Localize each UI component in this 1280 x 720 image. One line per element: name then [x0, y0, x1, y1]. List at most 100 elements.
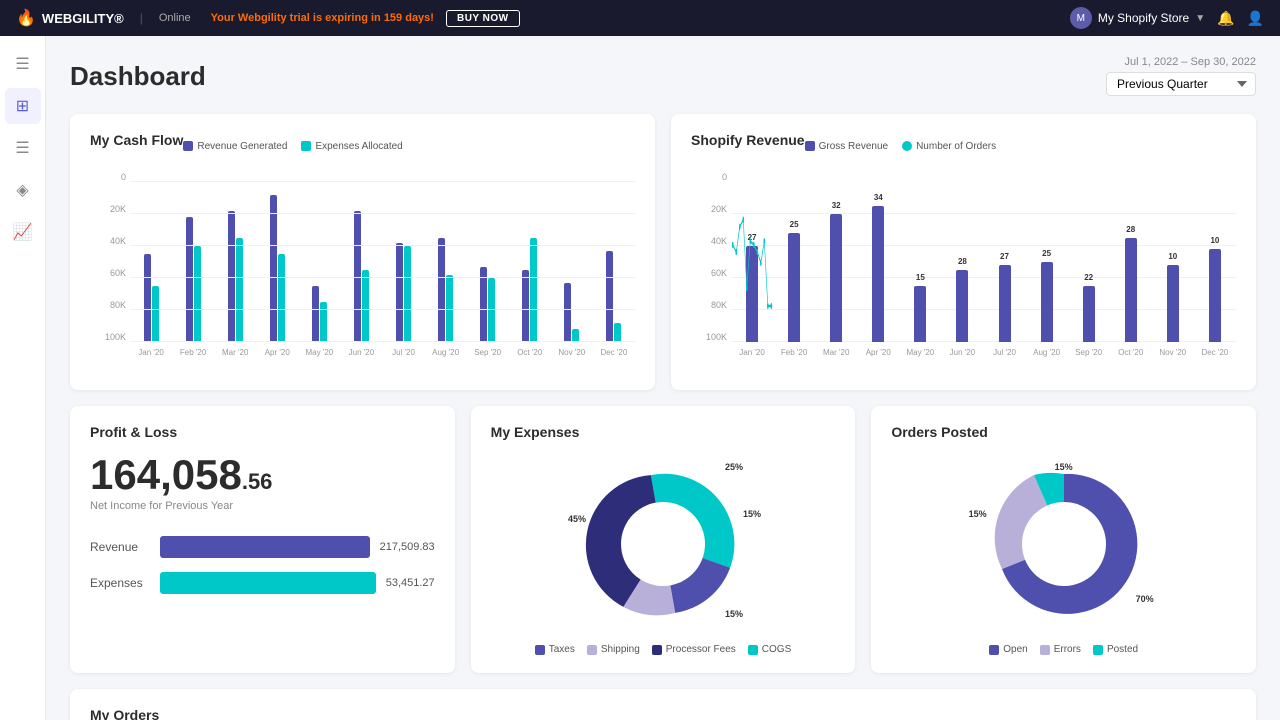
- notification-icon[interactable]: 🔔: [1217, 10, 1234, 27]
- shopify-x-label: Apr '20: [857, 344, 899, 372]
- expenses-donut-svg: [563, 454, 763, 634]
- pnl-revenue-bar: [160, 536, 370, 558]
- date-range-select[interactable]: Previous Quarter This Quarter Last Month…: [1106, 72, 1256, 96]
- pnl-expenses-row: Expenses 53,451.27: [90, 572, 435, 594]
- cashflow-x-label: Nov '20: [551, 344, 593, 372]
- trial-message: Your Webgility trial is expiring in 159 …: [211, 12, 434, 24]
- nav-right: M My Shopify Store ▼ 🔔 👤: [1070, 7, 1264, 29]
- shopify-line-dot-2: [739, 224, 741, 230]
- expenses-title: My Expenses: [491, 424, 836, 440]
- shopify-line-dot-5: [749, 238, 751, 244]
- shopify-x-label: Mar '20: [815, 344, 857, 372]
- shopify-x-label: Nov '20: [1152, 344, 1194, 372]
- expenses-pct-2: 15%: [743, 509, 761, 519]
- expenses-pct-3: 15%: [725, 609, 743, 619]
- orders-posted-card: Orders Posted 15%: [871, 406, 1256, 673]
- cashflow-x-label: May '20: [298, 344, 340, 372]
- legend-errors: Errors: [1040, 644, 1081, 655]
- shopify-x-labels: Jan '20Feb '20Mar '20Apr '20May '20Jun '…: [731, 344, 1236, 372]
- sidebar-item-analytics[interactable]: 📈: [5, 214, 41, 250]
- shopify-line-dot-8: [760, 260, 762, 266]
- expenses-pct-4: 45%: [568, 514, 586, 524]
- orders-posted-title: Orders Posted: [891, 424, 1236, 440]
- pnl-revenue-value: 217,509.83: [380, 541, 435, 553]
- date-range-section: Jul 1, 2022 – Sep 30, 2022 Previous Quar…: [1106, 56, 1256, 96]
- cashflow-legend: Revenue Generated Expenses Allocated: [183, 141, 402, 152]
- cashflow-x-label: Aug '20: [425, 344, 467, 372]
- shopify-x-label: Jun '20: [941, 344, 983, 372]
- shopify-line-dot-9: [763, 238, 765, 244]
- shopify-x-label: Sep '20: [1068, 344, 1110, 372]
- orders-donut-svg: [964, 454, 1164, 634]
- store-selector[interactable]: M My Shopify Store ▼: [1070, 7, 1205, 29]
- sidebar-item-menu[interactable]: ☰: [5, 46, 41, 82]
- orders-pct-open: 15%: [1055, 462, 1073, 472]
- user-icon[interactable]: 👤: [1247, 10, 1264, 27]
- legend-taxes: Taxes: [535, 644, 575, 655]
- shopify-revenue-card: Shopify Revenue Gross Revenue Number of …: [671, 114, 1256, 390]
- shopify-line-dot-11: [770, 303, 772, 309]
- pnl-revenue-label: Revenue: [90, 540, 150, 554]
- logo-icon: 🔥: [16, 8, 36, 28]
- shopify-line-dot-7: [756, 249, 758, 255]
- shopify-legend: Gross Revenue Number of Orders: [805, 141, 997, 152]
- page-header: Dashboard Jul 1, 2022 – Sep 30, 2022 Pre…: [70, 56, 1256, 96]
- legend-expenses: Expenses Allocated: [301, 141, 402, 152]
- sidebar-item-orders[interactable]: ☰: [5, 130, 41, 166]
- shopify-x-label: May '20: [899, 344, 941, 372]
- expenses-donut: 25% 15% 15% 45%: [563, 454, 763, 634]
- cashflow-x-labels: Jan '20Feb '20Mar '20Apr '20May '20Jun '…: [130, 344, 635, 372]
- legend-posted: Posted: [1093, 644, 1138, 655]
- orders-pct-errors: 15%: [969, 509, 987, 519]
- shopify-line-chart: [731, 182, 1236, 342]
- legend-orders-dot: [902, 141, 912, 151]
- legend-expenses-dot: [301, 141, 311, 151]
- main-layout: ☰ ⊞ ☰ ◈ 📈 Dashboard Jul 1, 2022 – Sep 30…: [0, 36, 1280, 720]
- cashflow-x-label: Jan '20: [130, 344, 172, 372]
- shopify-line: [733, 220, 772, 306]
- cashflow-title: My Cash Flow: [90, 132, 183, 148]
- cashflow-y-axis: 100K 80K 60K 40K 20K 0: [90, 172, 130, 342]
- shopify-x-label: Feb '20: [773, 344, 815, 372]
- sidebar-item-dashboard[interactable]: ⊞: [5, 88, 41, 124]
- buy-now-button[interactable]: BUY NOW: [446, 10, 520, 27]
- cashflow-x-label: Sep '20: [467, 344, 509, 372]
- cashflow-chart: 100K 80K 60K 40K 20K 0: [90, 172, 635, 372]
- legend-shipping: Shipping: [587, 644, 640, 655]
- legend-cogs: COGS: [748, 644, 791, 655]
- shopify-line-dot-0: [732, 242, 734, 248]
- cashflow-card: My Cash Flow Revenue Generated Expenses …: [70, 114, 655, 390]
- legend-open: Open: [989, 644, 1027, 655]
- pnl-expenses-value: 53,451.27: [386, 577, 435, 589]
- my-orders-title: My Orders: [90, 707, 1236, 720]
- online-status: Online: [159, 12, 191, 24]
- pnl-subtitle: Net Income for Previous Year: [90, 500, 435, 512]
- sidebar-item-products[interactable]: ◈: [5, 172, 41, 208]
- orders-posted-donut-container: 15% 15% 70% Open Errors: [891, 454, 1236, 655]
- legend-gross-dot: [805, 141, 815, 151]
- cashflow-grid: [130, 182, 635, 342]
- cashflow-x-label: Jun '20: [340, 344, 382, 372]
- pnl-expenses-bar: [160, 572, 376, 594]
- shopify-x-label: Jan '20: [731, 344, 773, 372]
- shopify-x-label: Aug '20: [1026, 344, 1068, 372]
- logo: 🔥 WEBGILITY®: [16, 8, 124, 28]
- shopify-x-label: Oct '20: [1110, 344, 1152, 372]
- legend-processor-fees: Processor Fees: [652, 644, 736, 655]
- shopify-x-label: Jul '20: [983, 344, 1025, 372]
- shopify-line-dot-4: [746, 285, 748, 291]
- pnl-title: Profit & Loss: [90, 424, 435, 440]
- orders-legend: Open Errors Posted: [989, 644, 1138, 655]
- shopify-x-label: Dec '20: [1194, 344, 1236, 372]
- expenses-legend: Taxes Shipping Processor Fees COGS: [535, 644, 792, 655]
- cashflow-x-label: Mar '20: [214, 344, 256, 372]
- shopify-chart: 100K 80K 60K 40K 20K 0 272532341: [691, 172, 1236, 372]
- pnl-card: Profit & Loss 164,058.56 Net Income for …: [70, 406, 455, 673]
- legend-revenue: Revenue Generated: [183, 141, 287, 152]
- top-navigation: 🔥 WEBGILITY® | Online Your Webgility tri…: [0, 0, 1280, 36]
- pnl-amount: 164,058.56: [90, 454, 435, 496]
- legend-orders-count: Number of Orders: [902, 141, 996, 152]
- pnl-revenue-row: Revenue 217,509.83: [90, 536, 435, 558]
- cashflow-x-label: Dec '20: [593, 344, 635, 372]
- shopify-line-dot-1: [735, 249, 737, 255]
